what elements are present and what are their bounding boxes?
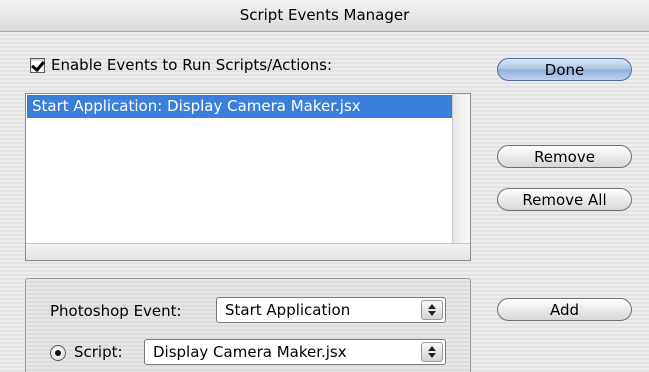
script-label: Script:: [74, 343, 123, 361]
enable-events-checkbox[interactable]: [30, 57, 45, 73]
enable-events-label: Enable Events to Run Scripts/Actions:: [51, 56, 332, 74]
list-item[interactable]: Start Application: Display Camera Maker.…: [27, 95, 452, 118]
events-list[interactable]: Start Application: Display Camera Maker.…: [25, 93, 471, 261]
photoshop-event-popup[interactable]: Start Application: [216, 297, 446, 323]
event-settings-group: Photoshop Event: Start Application Scrip…: [25, 278, 471, 372]
script-radio[interactable]: [50, 345, 66, 361]
remove-button[interactable]: Remove: [497, 145, 632, 168]
script-value: Display Camera Maker.jsx: [153, 343, 347, 361]
enable-events-row[interactable]: Enable Events to Run Scripts/Actions:: [30, 55, 332, 75]
photoshop-event-label: Photoshop Event:: [50, 302, 182, 320]
window-title: Script Events Manager: [0, 0, 649, 32]
script-popup[interactable]: Display Camera Maker.jsx: [144, 339, 446, 365]
vertical-scrollbar[interactable]: [452, 94, 470, 244]
popup-arrows-icon: [421, 342, 443, 362]
remove-all-button[interactable]: Remove All: [497, 188, 632, 211]
popup-arrows-icon: [421, 300, 443, 320]
photoshop-event-value: Start Application: [225, 301, 351, 319]
script-events-manager-window: Script Events Manager Enable Events to R…: [0, 0, 649, 372]
done-button[interactable]: Done: [497, 58, 632, 81]
add-button[interactable]: Add: [497, 298, 632, 321]
horizontal-scrollbar[interactable]: [26, 243, 470, 260]
